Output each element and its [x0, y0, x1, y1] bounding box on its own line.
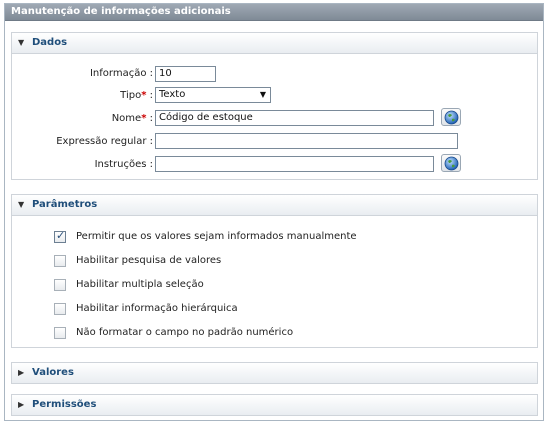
section-valores-header[interactable]: ▶ Valores [12, 363, 537, 383]
section-permissoes-title: Permissões [32, 399, 97, 410]
tipo-select[interactable]: Texto ▼ [155, 87, 271, 103]
section-parametros: ▼ Parâmetros ✓ Permitir que os valores s… [11, 194, 538, 348]
option-label: Não formatar o campo no padrão numérico [76, 327, 294, 338]
window-title: Manutenção de informações adicionais [5, 4, 543, 21]
option-checkbox-0[interactable]: ✓ [54, 229, 66, 243]
option-checkbox-3[interactable] [54, 303, 66, 315]
tipo-row: Tipo* : [12, 89, 153, 105]
section-dados: ▼ Dados Informação : 10 Tipo* : Texto ▼ … [11, 32, 538, 180]
nome-label: Nome* : [111, 113, 153, 124]
instrucoes-lookup-button[interactable] [441, 154, 461, 172]
informacao-row: Informação : [12, 67, 153, 83]
expressao-field[interactable] [155, 133, 458, 149]
tipo-select-value: Texto [159, 89, 186, 100]
section-dados-title: Dados [32, 37, 68, 48]
option-checkbox-4[interactable] [54, 327, 66, 339]
triangle-down-icon[interactable]: ▼ [18, 195, 24, 215]
option-label: Habilitar multipla seleção [76, 279, 204, 290]
section-permissoes: ▶ Permissões [11, 394, 538, 416]
option-label: Habilitar pesquisa de valores [76, 255, 222, 266]
expressao-label: Expressão regular : [56, 136, 153, 147]
section-dados-header[interactable]: ▼ Dados [12, 33, 537, 54]
section-parametros-header[interactable]: ▼ Parâmetros [12, 195, 537, 216]
triangle-right-icon[interactable]: ▶ [18, 363, 24, 383]
triangle-right-icon[interactable]: ▶ [18, 395, 24, 415]
section-parametros-title: Parâmetros [32, 199, 98, 210]
triangle-down-icon[interactable]: ▼ [18, 33, 24, 53]
option-label: Permitir que os valores sejam informados… [76, 231, 357, 242]
nome-field[interactable]: Código de estoque [155, 110, 434, 126]
option-checkbox-2[interactable] [54, 279, 66, 291]
section-valores-title: Valores [32, 367, 74, 378]
instrucoes-label: Instruções : [94, 159, 153, 170]
instrucoes-field[interactable] [155, 156, 434, 172]
tipo-label: Tipo* : [120, 90, 153, 101]
informacao-label: Informação : [89, 68, 153, 79]
globe-icon [444, 110, 459, 125]
checkmark-icon: ✓ [56, 229, 66, 242]
nome-lookup-button[interactable] [441, 108, 461, 126]
option-checkbox-1[interactable] [54, 255, 66, 267]
section-valores: ▶ Valores [11, 362, 538, 384]
expressao-row: Expressão regular : [12, 135, 153, 151]
section-permissoes-header[interactable]: ▶ Permissões [12, 395, 537, 415]
instrucoes-row: Instruções : [12, 158, 153, 174]
globe-icon [444, 156, 459, 171]
dialog-window: Manutenção de informações adicionais ▼ D… [4, 3, 544, 421]
chevron-down-icon: ▼ [259, 90, 266, 99]
informacao-field[interactable]: 10 [155, 66, 216, 82]
nome-row: Nome* : [12, 112, 153, 128]
option-label: Habilitar informação hierárquica [76, 303, 238, 314]
